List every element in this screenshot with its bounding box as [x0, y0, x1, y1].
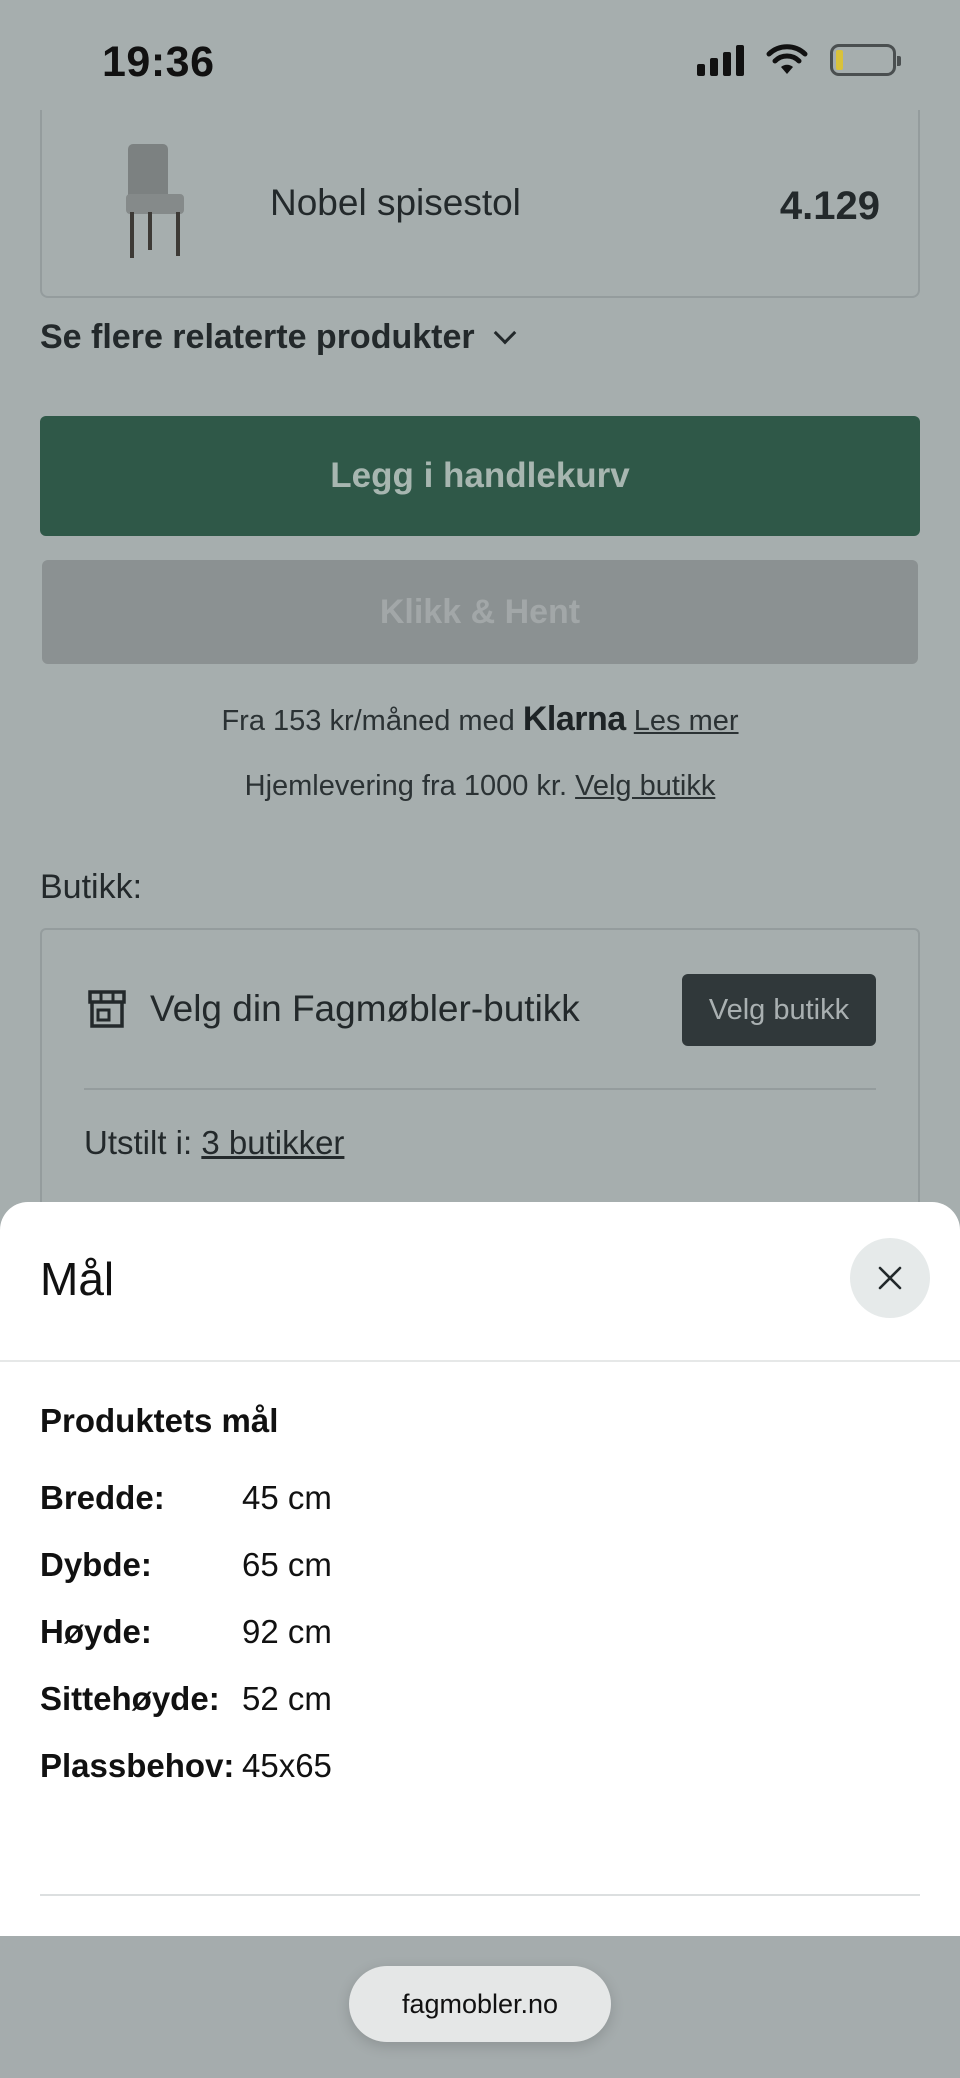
click-collect-button[interactable]: Klikk & Hent [42, 560, 918, 664]
dimensions-list: Bredde: 45 cm Dybde: 65 cm Høyde: 92 cm … [40, 1464, 332, 1799]
klarna-read-more-link[interactable]: Les mer [634, 705, 739, 737]
exhibited-stores-link[interactable]: 3 butikker [201, 1124, 344, 1161]
dimension-value: 92 cm [242, 1612, 332, 1650]
dimension-value: 45 cm [242, 1478, 332, 1516]
chair-image [126, 144, 184, 258]
close-icon [878, 1266, 902, 1290]
close-button[interactable] [850, 1238, 930, 1318]
status-time: 19:36 [102, 38, 215, 86]
dimension-label: Høyde: [40, 1612, 152, 1650]
battery-icon [830, 44, 901, 76]
add-to-cart-button[interactable]: Legg i handlekurv [40, 416, 920, 536]
sheet-divider [0, 1360, 960, 1362]
klarna-logo: Klarna [522, 700, 626, 738]
dimension-label: Dybde: [40, 1545, 152, 1583]
sheet-title: Mål [40, 1253, 115, 1305]
exhibited-in: Utstilt i: 3 butikker [84, 1124, 344, 1162]
divider [84, 1088, 876, 1090]
dimension-value: 65 cm [242, 1545, 332, 1583]
browser-bar: fagmobler.no [0, 1936, 960, 2078]
delivery-store-link[interactable]: Velg butikk [575, 770, 715, 802]
dimension-value: 45x65 [242, 1746, 332, 1784]
dimension-label: Bredde: [40, 1478, 165, 1516]
dimension-label: Sittehøyde: [40, 1679, 220, 1717]
related-products-toggle[interactable]: Se flere relaterte produkter [40, 318, 516, 357]
dimension-row: Høyde: 92 cm [40, 1598, 332, 1665]
status-icons [697, 44, 901, 76]
dimensions-heading: Produktets mål [40, 1402, 279, 1439]
dimension-row: Dybde: 65 cm [40, 1531, 332, 1598]
dimensions-sheet: Mål Produktets mål Bredde: 45 cm Dybde: … [0, 1202, 960, 1936]
dimension-row: Plassbehov: 45x65 [40, 1732, 332, 1799]
status-bar: 19:36 [0, 0, 960, 120]
store-card: Velg din Fagmøbler-butikk Velg butikk Ut… [40, 928, 920, 1218]
chevron-down-icon [493, 321, 516, 344]
exhibited-prefix: Utstilt i: [84, 1124, 193, 1161]
choose-store-text: Velg din Fagmøbler-butikk [150, 988, 580, 1029]
choose-store-button[interactable]: Velg butikk [682, 974, 876, 1046]
dimension-row: Sittehøyde: 52 cm [40, 1665, 332, 1732]
related-products-label: Se flere relaterte produkter [40, 318, 475, 356]
store-icon [88, 990, 126, 1028]
product-name: Nobel spisestol [270, 182, 521, 223]
delivery-info: Hjemlevering fra 1000 kr. Velg butikk [0, 770, 960, 803]
dimension-label: Plassbehov: [40, 1746, 235, 1784]
wifi-icon [766, 44, 808, 74]
store-section-label: Butikk: [40, 868, 143, 906]
sheet-bottom-divider [40, 1894, 920, 1896]
klarna-prefix: Fra 153 kr/måned med [221, 705, 515, 737]
klarna-info: Fra 153 kr/måned med Klarna Les mer [0, 700, 960, 739]
signal-icon [697, 44, 744, 76]
dimension-row: Bredde: 45 cm [40, 1464, 332, 1531]
delivery-text: Hjemlevering fra 1000 kr. [244, 770, 568, 802]
related-product-card[interactable]: Nobel spisestol 4.129 [40, 110, 920, 298]
product-price: 4.129 [779, 184, 880, 228]
url-bar[interactable]: fagmobler.no [349, 1966, 611, 2042]
dimension-value: 52 cm [242, 1679, 332, 1717]
